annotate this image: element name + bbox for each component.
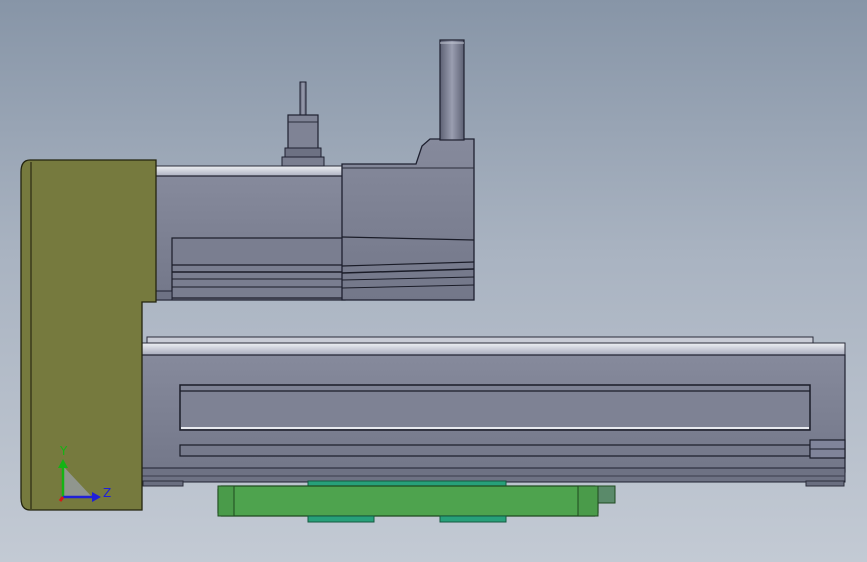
olive-bracket[interactable] <box>20 159 157 511</box>
lower-actuator-foot-right <box>805 480 845 487</box>
cad-scene[interactable]: Y Z <box>0 0 867 562</box>
connector-pin <box>299 81 307 117</box>
lower-actuator[interactable] <box>140 336 846 487</box>
motor-rod[interactable] <box>439 39 465 141</box>
cable-connector[interactable] <box>281 81 325 167</box>
upper-actuator[interactable] <box>154 39 475 301</box>
bracket-plate <box>20 159 157 511</box>
carriage-bottom-pad-right <box>439 515 507 523</box>
cad-viewport[interactable]: Y Z <box>0 0 867 562</box>
motor-housing[interactable] <box>341 138 475 301</box>
motor-housing-shell <box>341 138 475 301</box>
carriage-side-tab <box>597 485 616 504</box>
upper-actuator-slot <box>171 237 346 299</box>
carriage-right-block <box>577 485 599 517</box>
motor-rod-shaft <box>439 39 465 141</box>
connector-body <box>287 114 319 150</box>
triad-y-label: Y <box>59 444 68 458</box>
upper-actuator-base-step <box>154 290 173 301</box>
lower-actuator-foot-left <box>142 480 184 487</box>
connector-base <box>281 156 325 167</box>
carriage-body <box>217 485 599 517</box>
lower-actuator-top-strip <box>146 336 814 344</box>
green-carriage[interactable] <box>217 480 616 523</box>
upper-actuator-cover <box>154 165 346 178</box>
lower-actuator-slot <box>179 384 811 431</box>
triad-z-label: Z <box>103 486 111 500</box>
connector-nut <box>284 147 322 158</box>
lower-actuator-cover <box>140 342 846 356</box>
carriage-bottom-pad-left <box>307 515 375 523</box>
lower-actuator-base <box>140 467 846 483</box>
lower-actuator-groove <box>179 444 811 457</box>
carriage-left-block <box>217 485 235 517</box>
